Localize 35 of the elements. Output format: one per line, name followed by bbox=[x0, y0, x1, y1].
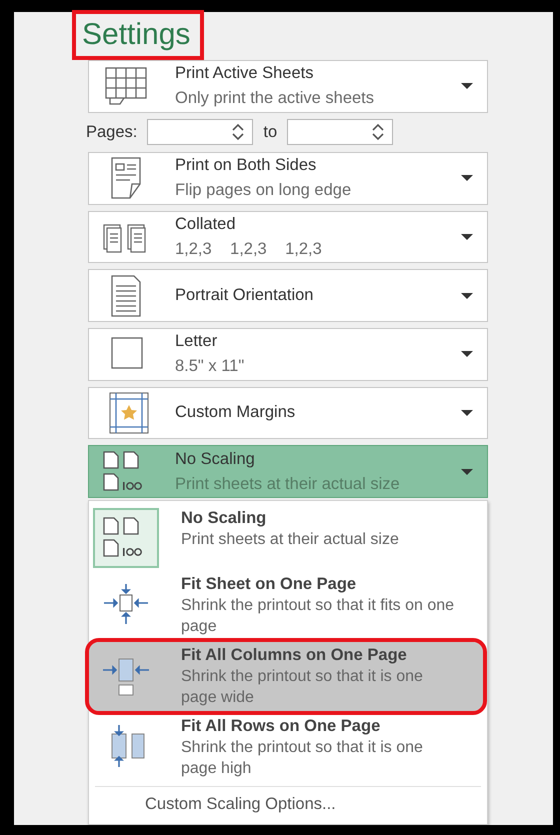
menu-item-description: Shrink the printout so that it is one page wide bbox=[181, 666, 424, 708]
caret-icon bbox=[461, 408, 473, 417]
caret-icon bbox=[461, 350, 473, 358]
menu-item[interactable]: Fit All Rows on One Page Shrink the printout so that it is one page high bbox=[89, 712, 487, 782]
menu-item-description: Shrink the printout so that it fits on one page bbox=[181, 596, 456, 637]
menu-item-title: Fit All Rows on One Page bbox=[181, 716, 382, 737]
caret-icon bbox=[461, 82, 473, 90]
dropdown[interactable]: Print Active Sheets Only print the active sheets bbox=[88, 60, 488, 113]
caret-icon bbox=[461, 468, 473, 476]
page-to-field[interactable] bbox=[287, 119, 394, 146]
dropdown[interactable]: Custom Margins bbox=[88, 386, 488, 440]
menu-item[interactable]: Fit All Columns on One Page Shrink the printout so that it is one page wide bbox=[89, 642, 483, 711]
menu-item-description: Print sheets at their actual size bbox=[181, 530, 400, 550]
dropdown[interactable]: Collated 1,2,3 1,2,3 1,2,3 bbox=[88, 210, 488, 264]
dropdown[interactable]: No Scaling Print sheets at their actual size bbox=[88, 445, 488, 498]
settings-heading: Settings bbox=[72, 10, 204, 60]
to-label: to bbox=[263, 122, 278, 142]
pages-label: Pages: bbox=[86, 122, 138, 142]
menu-item-title: Fit Sheet on One Page bbox=[181, 574, 358, 595]
dropdown[interactable]: Print on Both Sides Flip pages on long edge bbox=[88, 152, 488, 205]
spinner-arrows-icon[interactable] bbox=[232, 122, 244, 142]
menu-item[interactable]: No Scaling Print sheets at their actual size bbox=[89, 504, 487, 571]
shrink-page-icon bbox=[102, 582, 150, 626]
caret-icon bbox=[461, 174, 473, 182]
caret-icon bbox=[461, 292, 473, 300]
menu-item-title: No Scaling bbox=[181, 508, 268, 529]
dropdown[interactable]: Letter 8.5" x 11" bbox=[88, 328, 488, 381]
dropdown[interactable]: Portrait Orientation bbox=[88, 269, 488, 322]
caret-icon bbox=[461, 232, 473, 241]
menu-item-title: Fit All Columns on One Page bbox=[181, 644, 408, 666]
menu-item[interactable]: Fit Sheet on One Page Shrink the printout so that it fits on one page bbox=[89, 570, 487, 640]
custom-scaling-link[interactable]: Custom Scaling Options... bbox=[89, 786, 487, 824]
menu-item-description: Shrink the printout so that it is one page high bbox=[181, 738, 424, 779]
spinner-arrows-icon[interactable] bbox=[372, 122, 384, 142]
page-from-field[interactable] bbox=[147, 119, 254, 146]
